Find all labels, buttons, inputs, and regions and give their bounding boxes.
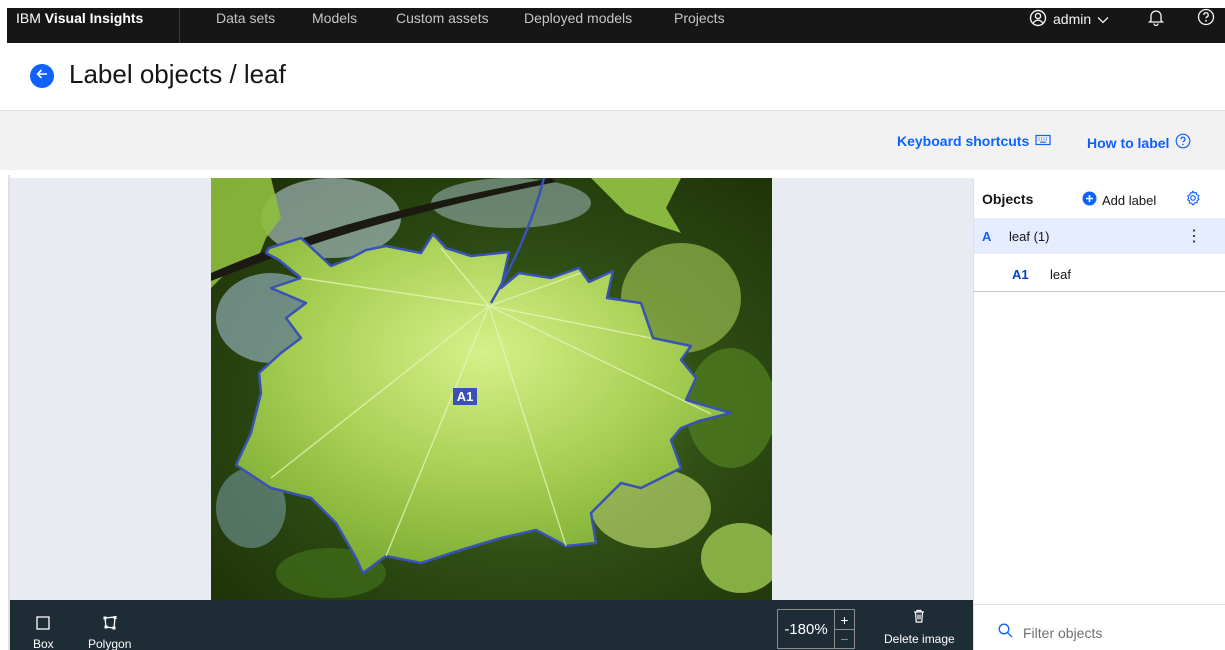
top-nav: IBM Visual Insights Data sets Models Cus… <box>0 0 1225 43</box>
user-menu[interactable]: admin <box>1029 8 1109 30</box>
polygon-tool-button[interactable]: Polygon <box>88 616 131 650</box>
filter-objects-input[interactable]: Filter objects <box>984 615 1206 650</box>
brand[interactable]: IBM Visual Insights <box>16 10 143 26</box>
nav-item-projects[interactable]: Projects <box>674 10 725 26</box>
back-button[interactable] <box>30 64 54 88</box>
zoom-control: -180% + − <box>777 609 855 649</box>
drawing-tools-bar: Box Polygon -180% + − Delete image <box>10 600 973 650</box>
page-title: Label objects / leaf <box>69 59 286 89</box>
objects-panel-header: Objects Add label <box>974 178 1225 218</box>
overflow-menu-icon[interactable]: ⋮ <box>1186 226 1202 246</box>
leaf-image[interactable] <box>211 178 772 600</box>
how-to-label-label: How to label <box>1087 134 1170 151</box>
square-icon <box>36 616 50 633</box>
user-avatar-icon <box>1029 9 1047 30</box>
add-label-text: Add label <box>1102 192 1157 208</box>
help-icon <box>1197 8 1215 31</box>
polygon-icon <box>103 616 117 633</box>
settings-gear-icon[interactable] <box>1185 190 1201 211</box>
add-filled-icon <box>1082 191 1097 209</box>
keyboard-icon <box>1035 133 1051 149</box>
nav-item-data-sets[interactable]: Data sets <box>216 10 275 26</box>
keyboard-shortcuts-link[interactable]: Keyboard shortcuts <box>897 133 1051 149</box>
search-icon <box>998 623 1013 643</box>
add-label-button[interactable]: Add label <box>1082 191 1156 209</box>
nav-item-models[interactable]: Models <box>312 10 357 26</box>
help-button[interactable] <box>1195 8 1217 30</box>
label-toolbar: Keyboard shortcuts How to label <box>0 110 1225 170</box>
user-name: admin <box>1053 11 1092 27</box>
brand-prefix: IBM <box>16 10 41 26</box>
top-nav-bar: IBM Visual Insights Data sets Models Cus… <box>7 8 1225 43</box>
nav-item-deployed-models[interactable]: Deployed models <box>524 10 632 26</box>
zoom-value[interactable]: -180% <box>778 610 834 648</box>
how-to-label-link[interactable]: How to label <box>1087 133 1191 152</box>
keyboard-shortcuts-label: Keyboard shortcuts <box>897 133 1030 149</box>
delete-image-label: Delete image <box>884 632 955 646</box>
nav-item-custom-assets[interactable]: Custom assets <box>396 10 489 26</box>
zoom-steppers: + − <box>834 610 854 648</box>
label-key: A <box>982 229 992 244</box>
chevron-down-icon <box>1097 11 1109 27</box>
help-icon <box>1175 133 1191 152</box>
polygon-tool-label: Polygon <box>88 637 132 650</box>
object-row-a1[interactable]: A1 leaf <box>974 254 1225 292</box>
delete-image-button[interactable]: Delete image <box>884 609 955 646</box>
brand-divider <box>179 8 180 43</box>
filter-area: Filter objects <box>974 604 1225 650</box>
object-name: leaf <box>1050 267 1071 282</box>
objects-panel: Objects Add label A leaf (1) ⋮ A1 leaf F… <box>973 178 1225 650</box>
zoom-out-button[interactable]: − <box>835 629 854 648</box>
arrow-left-icon <box>35 67 49 86</box>
label-name: leaf (1) <box>1009 229 1050 244</box>
object-tag-a1[interactable]: A1 <box>453 388 477 405</box>
filter-placeholder: Filter objects <box>1023 624 1103 641</box>
objects-title: Objects <box>982 191 1034 207</box>
page-header: Label objects / leaf <box>0 43 1225 110</box>
zoom-in-button[interactable]: + <box>835 610 854 629</box>
box-tool-label: Box <box>33 637 54 650</box>
label-row-a[interactable]: A leaf (1) ⋮ <box>974 218 1225 254</box>
notification-button[interactable] <box>1145 8 1167 30</box>
trash-icon <box>913 609 925 626</box>
object-key: A1 <box>1012 267 1029 282</box>
brand-name: Visual Insights <box>44 10 144 26</box>
box-tool-button[interactable]: Box <box>33 616 54 650</box>
bell-icon <box>1147 8 1165 31</box>
